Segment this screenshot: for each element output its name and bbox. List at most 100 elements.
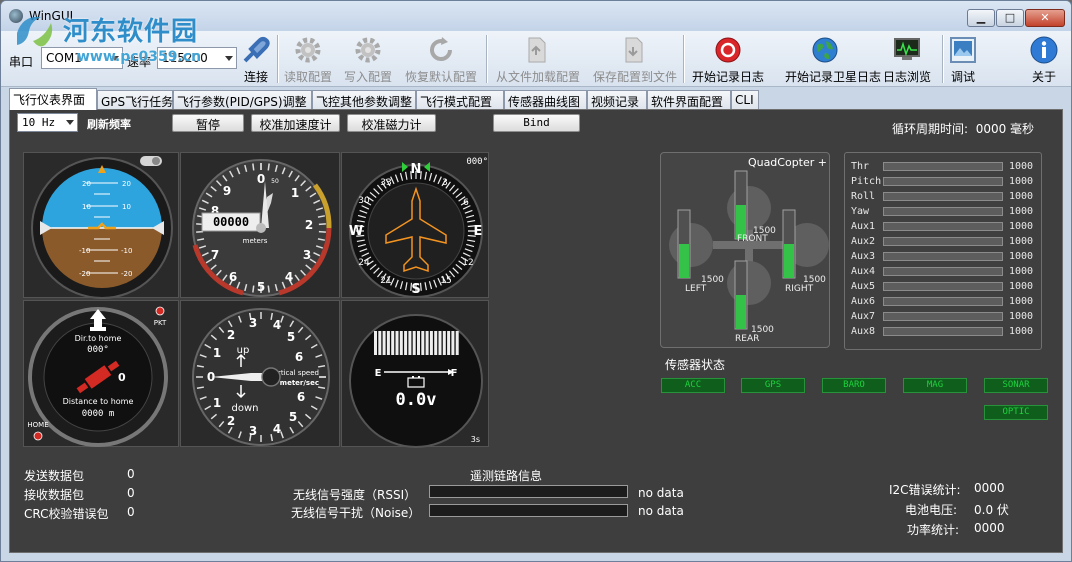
about-button[interactable]: 关于 xyxy=(1029,33,1059,85)
vario-mark: 5 xyxy=(289,410,297,424)
motor-name: RIGHT xyxy=(785,284,814,294)
rc-channel-bar xyxy=(883,207,1003,216)
tab-flight-modes[interactable]: 飞行模式配置 xyxy=(416,90,504,109)
refresh-rate-label: 刷新频率 xyxy=(87,118,131,131)
power-stats-value: 0000 xyxy=(974,521,1005,535)
bind-button[interactable]: Bind xyxy=(493,114,580,132)
attitude-scale-label: 10 xyxy=(82,203,91,211)
altimeter-small-mark: 50 xyxy=(271,178,279,185)
motor-bar-fill xyxy=(784,244,794,278)
rc-channel-name: Aux5 xyxy=(851,281,876,292)
rc-channel-value: 1000 xyxy=(1009,176,1034,187)
compass-gauge: N E S W 3 6 12 15 21 24 30 33 000° xyxy=(341,152,489,298)
tab-ui-config[interactable]: 软件界面配置 xyxy=(647,90,731,109)
rc-channel-bar xyxy=(883,177,1003,186)
motor-panel-title: QuadCopter + xyxy=(748,156,827,169)
toolbar-separator xyxy=(683,35,684,83)
pkt-label: PKT xyxy=(154,319,167,327)
baud-select[interactable]: 115200 xyxy=(157,47,237,69)
pause-button[interactable]: 暂停 xyxy=(172,114,244,132)
close-button[interactable]: ✕ xyxy=(1025,9,1065,27)
battery-cell-bar xyxy=(374,331,377,355)
sensor-baro-indicator: BARO xyxy=(822,378,886,393)
rc-channel-bar xyxy=(883,282,1003,291)
save-config-file-button[interactable]: 保存配置到文件 xyxy=(593,33,677,85)
i2c-errors-label: I2C错误统计: xyxy=(889,483,961,497)
battery-gauge: E F 0.0v 3s xyxy=(341,300,489,448)
tab-other-params[interactable]: 飞控其他参数调整 xyxy=(312,90,416,109)
sent-packets-label: 发送数据包 xyxy=(24,469,85,483)
cycle-time-label: 循环周期时间: 0000 毫秒 xyxy=(892,120,1034,137)
attitude-scale-label: 20 xyxy=(122,180,131,188)
chevron-down-icon xyxy=(111,56,119,61)
restore-defaults-button[interactable]: 恢复默认配置 xyxy=(405,33,477,85)
attitude-scale-label: -20 xyxy=(79,270,90,278)
compass-mark: 3 xyxy=(442,178,448,188)
compass-mark: 21 xyxy=(380,276,391,286)
debug-button[interactable]: 调试 xyxy=(948,33,978,85)
compass-mark: 6 xyxy=(463,198,469,208)
battery-cell-bar xyxy=(404,331,408,355)
rc-channel-bar xyxy=(883,312,1003,321)
maximize-button[interactable]: □ xyxy=(996,9,1024,27)
quadcopter-motors-graphic: QuadCopter + FRONT 1500 LEFT 1500 RIGHT … xyxy=(669,156,829,344)
vario-mark: 1 xyxy=(213,346,221,360)
tab-gps-mission[interactable]: GPS飞行任务 xyxy=(97,90,173,109)
log-browser-button[interactable]: 日志浏览 xyxy=(883,33,931,85)
motor-bar-fill xyxy=(679,244,689,278)
vario-mark: 4 xyxy=(273,422,281,436)
debug-image-icon xyxy=(950,37,976,63)
tab-sensor-graphs[interactable]: 传感器曲线图 xyxy=(504,90,587,109)
start-log-button[interactable]: 开始记录日志 xyxy=(692,33,764,85)
dir-to-home-label: Dir.to home xyxy=(75,334,122,343)
telemetry-title: 遥测链路信息 xyxy=(470,469,543,483)
distance-to-home-value: 0000 m xyxy=(82,409,115,419)
calibrate-mag-button[interactable]: 校准磁力计 xyxy=(347,114,436,132)
sensor-status-title: 传感器状态 xyxy=(665,358,726,372)
load-config-file-button[interactable]: 从文件加载配置 xyxy=(496,33,580,85)
tab-cli[interactable]: CLI xyxy=(731,90,759,109)
battery-cell-bar xyxy=(386,331,390,355)
chevron-down-icon xyxy=(225,56,233,61)
connect-button[interactable]: 连接 xyxy=(241,33,271,85)
rc-channel-name: Thr xyxy=(851,161,870,172)
read-config-button[interactable]: 读取配置 xyxy=(284,33,332,85)
attitude-scale-label: 20 xyxy=(82,180,91,188)
gear-icon xyxy=(355,37,381,63)
rc-channel-value: 1000 xyxy=(1009,206,1034,217)
calibrate-acc-button[interactable]: 校准加速度计 xyxy=(251,114,340,132)
rc-channel-value: 1000 xyxy=(1009,161,1034,172)
tab-pid-gps[interactable]: 飞行参数(PID/GPS)调整 xyxy=(173,90,312,109)
battery-cell-bar xyxy=(438,331,442,355)
start-sat-log-button[interactable]: 开始记录卫星日志 xyxy=(785,33,881,85)
tab-flight-instruments[interactable]: 飞行仪表界面 xyxy=(9,88,97,110)
compass-cardinal: S xyxy=(411,282,420,297)
sent-packets-value: 0 xyxy=(127,467,135,481)
app-icon xyxy=(9,9,23,23)
gauge-tick xyxy=(252,163,255,171)
minimize-button[interactable]: ▁ xyxy=(967,9,995,27)
altimeter-graphic: 0 1 2 3 4 5 6 7 8 9 50 00000 meters xyxy=(192,159,332,297)
gear-icon xyxy=(295,37,321,63)
compass-cardinal: W xyxy=(349,224,363,239)
motor-panel: QuadCopter + FRONT 1500 LEFT 1500 RIGHT … xyxy=(660,152,830,348)
tab-video-record[interactable]: 视频记录 xyxy=(587,90,647,109)
battery-cell-bar xyxy=(455,331,459,355)
write-config-button[interactable]: 写入配置 xyxy=(344,33,392,85)
rc-channel-name: Aux1 xyxy=(851,221,876,232)
altimeter-mark: 1 xyxy=(291,186,299,200)
rc-channel-bar xyxy=(883,192,1003,201)
minimize-icon: ▁ xyxy=(976,11,986,24)
rc-channels-panel: Thr 1000 Pitch 1000 Roll 1000 Yaw 1000 A… xyxy=(844,152,1042,350)
altimeter-gauge: 0 1 2 3 4 5 6 7 8 9 50 00000 meters xyxy=(180,152,340,298)
close-icon: ✕ xyxy=(1040,11,1050,24)
refresh-rate-select[interactable]: 10 Hz xyxy=(17,113,78,132)
battery-cell-bar xyxy=(399,331,403,355)
port-select[interactable]: COM1 xyxy=(41,47,123,69)
motor-value: 1500 xyxy=(751,325,774,335)
connect-plug-icon xyxy=(243,37,270,63)
attitude-indicator-graphic: 20 20 10 10 -10 -10 -20 -20 xyxy=(31,156,173,299)
rc-channel-value: 1000 xyxy=(1009,221,1034,232)
vario-mark: 3 xyxy=(249,424,257,438)
rc-channel-name: Aux3 xyxy=(851,251,876,262)
